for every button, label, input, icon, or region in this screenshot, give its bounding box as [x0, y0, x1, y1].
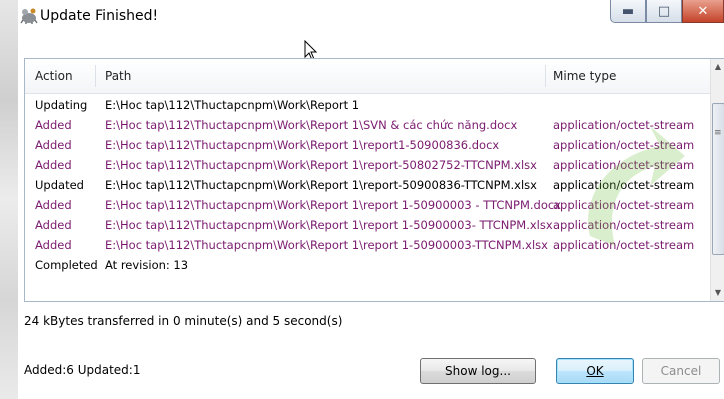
title-bar[interactable]: Update Finished! ▬ □ ✕ [0, 0, 724, 36]
row-action: Added [35, 218, 72, 232]
row-action: Added [35, 118, 72, 132]
maximize-button[interactable]: □ [646, 0, 682, 23]
row-path: At revision: 13 [105, 258, 189, 272]
row-action: Added [35, 198, 72, 212]
row-mime-type: application/octet-stream [553, 198, 695, 212]
row-path: E:\Hoc tap\112\Thuctapcnpm\Work\Report 1… [105, 118, 518, 132]
row-mime-type: application/octet-stream [553, 158, 695, 172]
cancel-button[interactable]: Cancel [642, 358, 720, 384]
row-action: Updating [35, 98, 88, 112]
vertical-scrollbar[interactable]: ▲ ≡ ▼ [710, 59, 724, 301]
row-path: E:\Hoc tap\112\Thuctapcnpm\Work\Report 1… [105, 218, 553, 232]
scroll-up-icon[interactable]: ▲ [711, 59, 724, 75]
row-mime-type: application/octet-stream [553, 218, 695, 232]
table-row[interactable]: Added E:\Hoc tap\112\Thuctapcnpm\Work\Rep… [25, 135, 711, 155]
table-row[interactable]: Added E:\Hoc tap\112\Thuctapcnpm\Work\Rep… [25, 215, 711, 235]
show-log-label: Show log... [445, 364, 511, 378]
table-row[interactable]: Updated E:\Hoc tap\112\Thuctapcnpm\Work\R… [25, 175, 711, 195]
transfer-status: 24 kBytes transferred in 0 minute(s) and… [24, 314, 343, 328]
column-divider[interactable] [545, 65, 546, 87]
tortoise-svn-icon [20, 8, 38, 24]
row-action: Added [35, 238, 72, 252]
row-path: E:\Hoc tap\112\Thuctapcnpm\Work\Report 1… [105, 138, 500, 152]
scrollbar-thumb[interactable] [712, 103, 724, 255]
row-path: E:\Hoc tap\112\Thuctapcnpm\Work\Report 1… [105, 238, 548, 252]
ok-button[interactable]: OK [556, 358, 634, 384]
background-blur [0, 0, 18, 399]
row-mime-type: application/octet-stream [553, 118, 695, 132]
table-row[interactable]: Added E:\Hoc tap\112\Thuctapcnpm\Work\Rep… [25, 235, 711, 255]
column-header-path[interactable]: Path [105, 59, 131, 93]
column-divider[interactable] [95, 65, 96, 87]
row-action: Completed [35, 258, 98, 272]
row-path: E:\Hoc tap\112\Thuctapcnpm\Work\Report 1… [105, 198, 561, 212]
row-mime-type: application/octet-stream [553, 138, 695, 152]
scroll-down-icon[interactable]: ▼ [711, 285, 724, 301]
close-button[interactable]: ✕ [682, 0, 724, 23]
list-rows: Updating E:\Hoc tap\112\Thuctapcnpm\Work\… [25, 95, 711, 275]
cancel-label: Cancel [660, 364, 702, 378]
show-log-button[interactable]: Show log... [420, 358, 536, 384]
update-results-list[interactable]: Action Path Mime type Updating E:\Hoc tap… [24, 58, 724, 302]
close-icon: ✕ [697, 3, 709, 19]
column-header-mime-type[interactable]: Mime type [553, 59, 616, 93]
window-controls: ▬ □ ✕ [610, 0, 724, 24]
window-title: Update Finished! [40, 8, 159, 24]
table-row[interactable]: Added E:\Hoc tap\112\Thuctapcnpm\Work\Rep… [25, 195, 711, 215]
update-summary: Added:6 Updated:1 [24, 363, 141, 377]
row-action: Updated [35, 178, 84, 192]
row-action: Added [35, 138, 72, 152]
row-mime-type: application/octet-stream [553, 238, 695, 252]
minimize-button[interactable]: ▬ [610, 0, 646, 23]
table-row[interactable]: Completed At revision: 13 [25, 255, 711, 275]
table-row[interactable]: Added E:\Hoc tap\112\Thuctapcnpm\Work\Rep… [25, 155, 711, 175]
scroll-grip-icon: ≡ [714, 128, 722, 138]
row-mime-type: application/octet-stream [553, 178, 695, 192]
row-action: Added [35, 158, 72, 172]
row-path: E:\Hoc tap\112\Thuctapcnpm\Work\Report 1 [105, 98, 360, 112]
table-row[interactable]: Updating E:\Hoc tap\112\Thuctapcnpm\Work\… [25, 95, 711, 115]
table-row[interactable]: Added E:\Hoc tap\112\Thuctapcnpm\Work\Rep… [25, 115, 711, 135]
list-header: Action Path Mime type [25, 59, 711, 94]
row-path: E:\Hoc tap\112\Thuctapcnpm\Work\Report 1… [105, 158, 537, 172]
column-header-action[interactable]: Action [35, 59, 73, 93]
ok-label: OK [586, 364, 604, 378]
minimize-icon: ▬ [621, 3, 635, 19]
row-path: E:\Hoc tap\112\Thuctapcnpm\Work\Report 1… [105, 178, 537, 192]
maximize-icon: □ [657, 3, 671, 19]
